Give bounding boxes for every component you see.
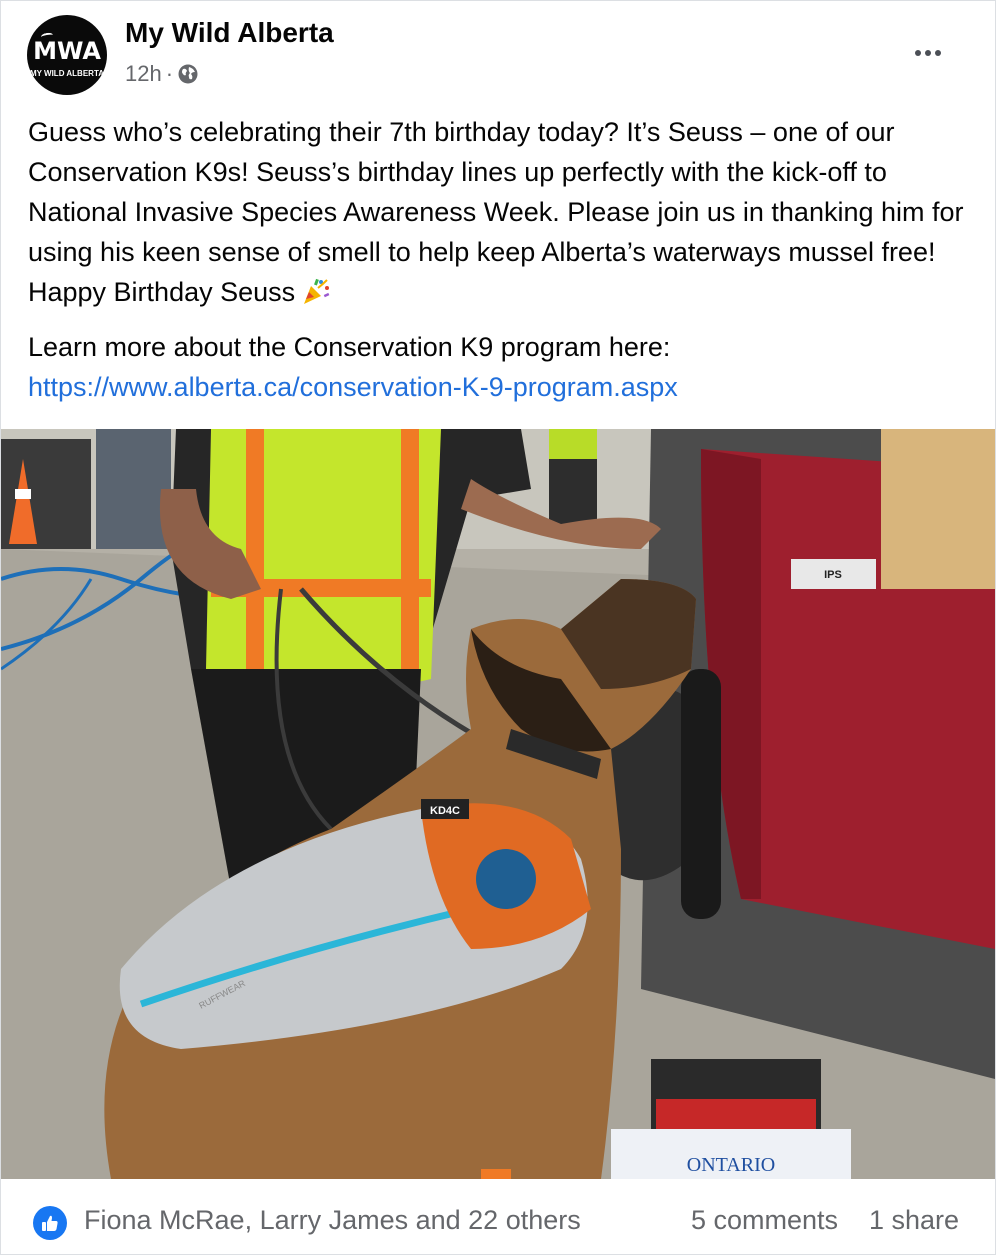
globe-icon[interactable] (177, 63, 199, 85)
more-options-button[interactable] (904, 35, 952, 71)
avatar-logo-subtext: MY WILD ALBERTA (29, 69, 105, 78)
harness-tag-text: KD4C (430, 805, 460, 817)
thumbs-up-icon[interactable] (33, 1206, 67, 1240)
meta-separator: · (165, 61, 174, 86)
post-meta: 12h · (125, 61, 199, 87)
party-popper-icon (301, 276, 331, 306)
page-avatar[interactable]: MWA MY WILD ALBERTA (27, 15, 107, 95)
program-link[interactable]: https://www.alberta.ca/conservation-K-9-… (28, 372, 678, 402)
more-horizontal-icon (915, 50, 921, 56)
caption-text: Guess who’s celebrating their 7th birthd… (28, 112, 973, 312)
shares-count[interactable]: 1 share (869, 1205, 959, 1236)
post-timestamp[interactable]: 12h (125, 61, 162, 87)
post-photo[interactable]: IPS ONTARIO KD4C RUFFWEAR (1, 429, 995, 1179)
comments-count[interactable]: 5 comments (691, 1205, 838, 1236)
post-footer: Fiona McRae, Larry James and 22 others 5… (1, 1179, 995, 1254)
avatar-logo-text: MWA (33, 37, 101, 65)
equipment-label: IPS (824, 569, 842, 581)
post-header: MWA MY WILD ALBERTA My Wild Alberta 12h … (1, 1, 995, 111)
caption-body: Guess who’s celebrating their 7th birthd… (28, 117, 964, 307)
page-name-link[interactable]: My Wild Alberta (125, 17, 334, 49)
post-caption: Guess who’s celebrating their 7th birthd… (28, 112, 973, 407)
learn-more-text: Learn more about the Conservation K9 pro… (28, 332, 678, 402)
facebook-post: MWA MY WILD ALBERTA My Wild Alberta 12h … (0, 0, 996, 1255)
reactions-summary[interactable]: Fiona McRae, Larry James and 22 others (84, 1205, 581, 1236)
license-plate-text: ONTARIO (687, 1154, 775, 1176)
photo-image: IPS ONTARIO KD4C RUFFWEAR (1, 429, 995, 1179)
